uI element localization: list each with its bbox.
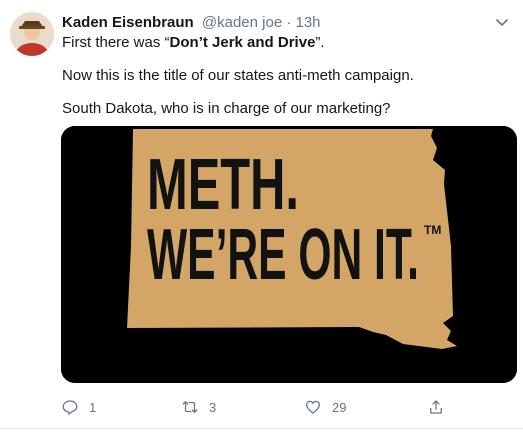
chevron-down-icon[interactable] (493, 13, 511, 31)
like-button[interactable]: 29 (304, 392, 346, 422)
text-segment: ”. (315, 34, 325, 51)
campaign-graphic: METH. WE’RE ON IT. TM (61, 126, 517, 383)
share-button[interactable] (427, 392, 455, 422)
divider (0, 428, 523, 429)
tweet-text-line: Now this is the title of our states anti… (62, 67, 414, 84)
avatar-image (10, 12, 54, 56)
reply-count: 1 (89, 399, 97, 415)
reply-button[interactable]: 1 (61, 392, 96, 422)
text-segment: First there was “ (62, 34, 170, 51)
trademark-mark: TM (424, 223, 441, 237)
graphic-line-2: WE’RE ON IT. (147, 215, 419, 295)
author-name[interactable]: Kaden Eisenbraun (62, 14, 194, 31)
text-bold-segment: Don’t Jerk and Drive (169, 34, 316, 51)
tweet-text-line: First there was “Don’t Jerk and Drive”. (62, 33, 325, 53)
heart-icon (305, 400, 321, 414)
retweet-button[interactable]: 3 (181, 392, 216, 422)
graphic-line-1: METH. (147, 145, 299, 225)
retweet-icon (182, 401, 198, 413)
tweet-header: Kaden Eisenbraun @kaden joe · 13h (62, 13, 483, 33)
tweet-actions: 1 3 29 (0, 392, 523, 422)
retweet-count: 3 (209, 399, 217, 415)
author-handle-time[interactable]: @kaden joe · 13h (202, 14, 321, 31)
reply-icon (62, 400, 78, 415)
share-icon (430, 400, 442, 414)
avatar[interactable] (10, 12, 54, 56)
like-count: 29 (332, 399, 347, 415)
tweet-card[interactable]: Kaden Eisenbraun @kaden joe · 13h First … (0, 0, 523, 435)
tweet-image[interactable]: METH. WE’RE ON IT. TM (61, 126, 517, 383)
tweet-text-line: South Dakota, who is in charge of our ma… (62, 100, 391, 117)
